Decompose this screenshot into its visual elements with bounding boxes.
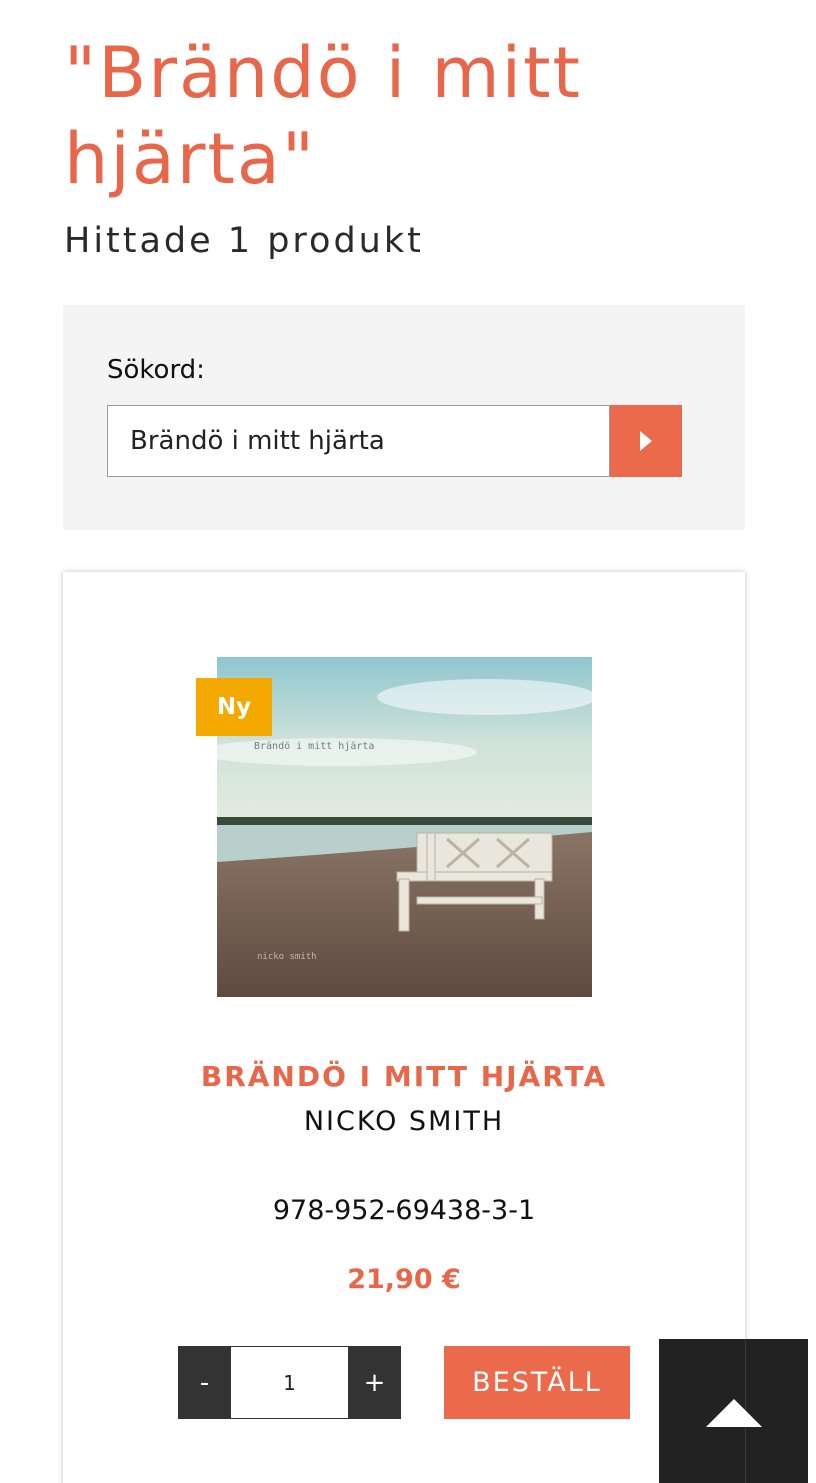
new-badge: Ny (196, 678, 272, 736)
cover-title-text: Brändö i mitt hjärta (254, 741, 374, 752)
search-panel: Sökord: (63, 305, 745, 530)
product-cover-image[interactable]: Brändö i mitt hjärta nicko smith (217, 657, 592, 997)
quantity-stepper: - + (178, 1346, 401, 1419)
result-count: Hittade 1 produkt (64, 221, 424, 261)
cover-author-text: nicko smith (257, 952, 317, 962)
product-card: Brändö i mitt hjärta nicko smith Ny BRÄN… (63, 572, 745, 1483)
page-title: "Brändö i mitt hjärta" (64, 32, 582, 200)
triangle-up-icon (706, 1399, 762, 1427)
cover-art: Brändö i mitt hjärta nicko smith (217, 657, 592, 997)
search-label: Sökord: (107, 355, 205, 385)
product-title[interactable]: BRÄNDÖ I MITT HJÄRTA (63, 1060, 745, 1093)
chevron-right-icon (640, 431, 652, 451)
search-box (107, 405, 682, 477)
search-button[interactable] (610, 405, 682, 477)
product-price: 21,90 € (347, 1264, 461, 1295)
decrement-button[interactable]: - (178, 1346, 231, 1419)
quantity-input[interactable] (231, 1346, 348, 1419)
order-button[interactable]: BESTÄLL (444, 1346, 630, 1419)
product-isbn: 978-952-69438-3-1 (272, 1195, 536, 1226)
increment-button[interactable]: + (348, 1346, 401, 1419)
search-input[interactable] (107, 405, 610, 477)
scroll-to-top-button[interactable] (659, 1339, 808, 1483)
product-author: NICKO SMITH (303, 1106, 505, 1137)
